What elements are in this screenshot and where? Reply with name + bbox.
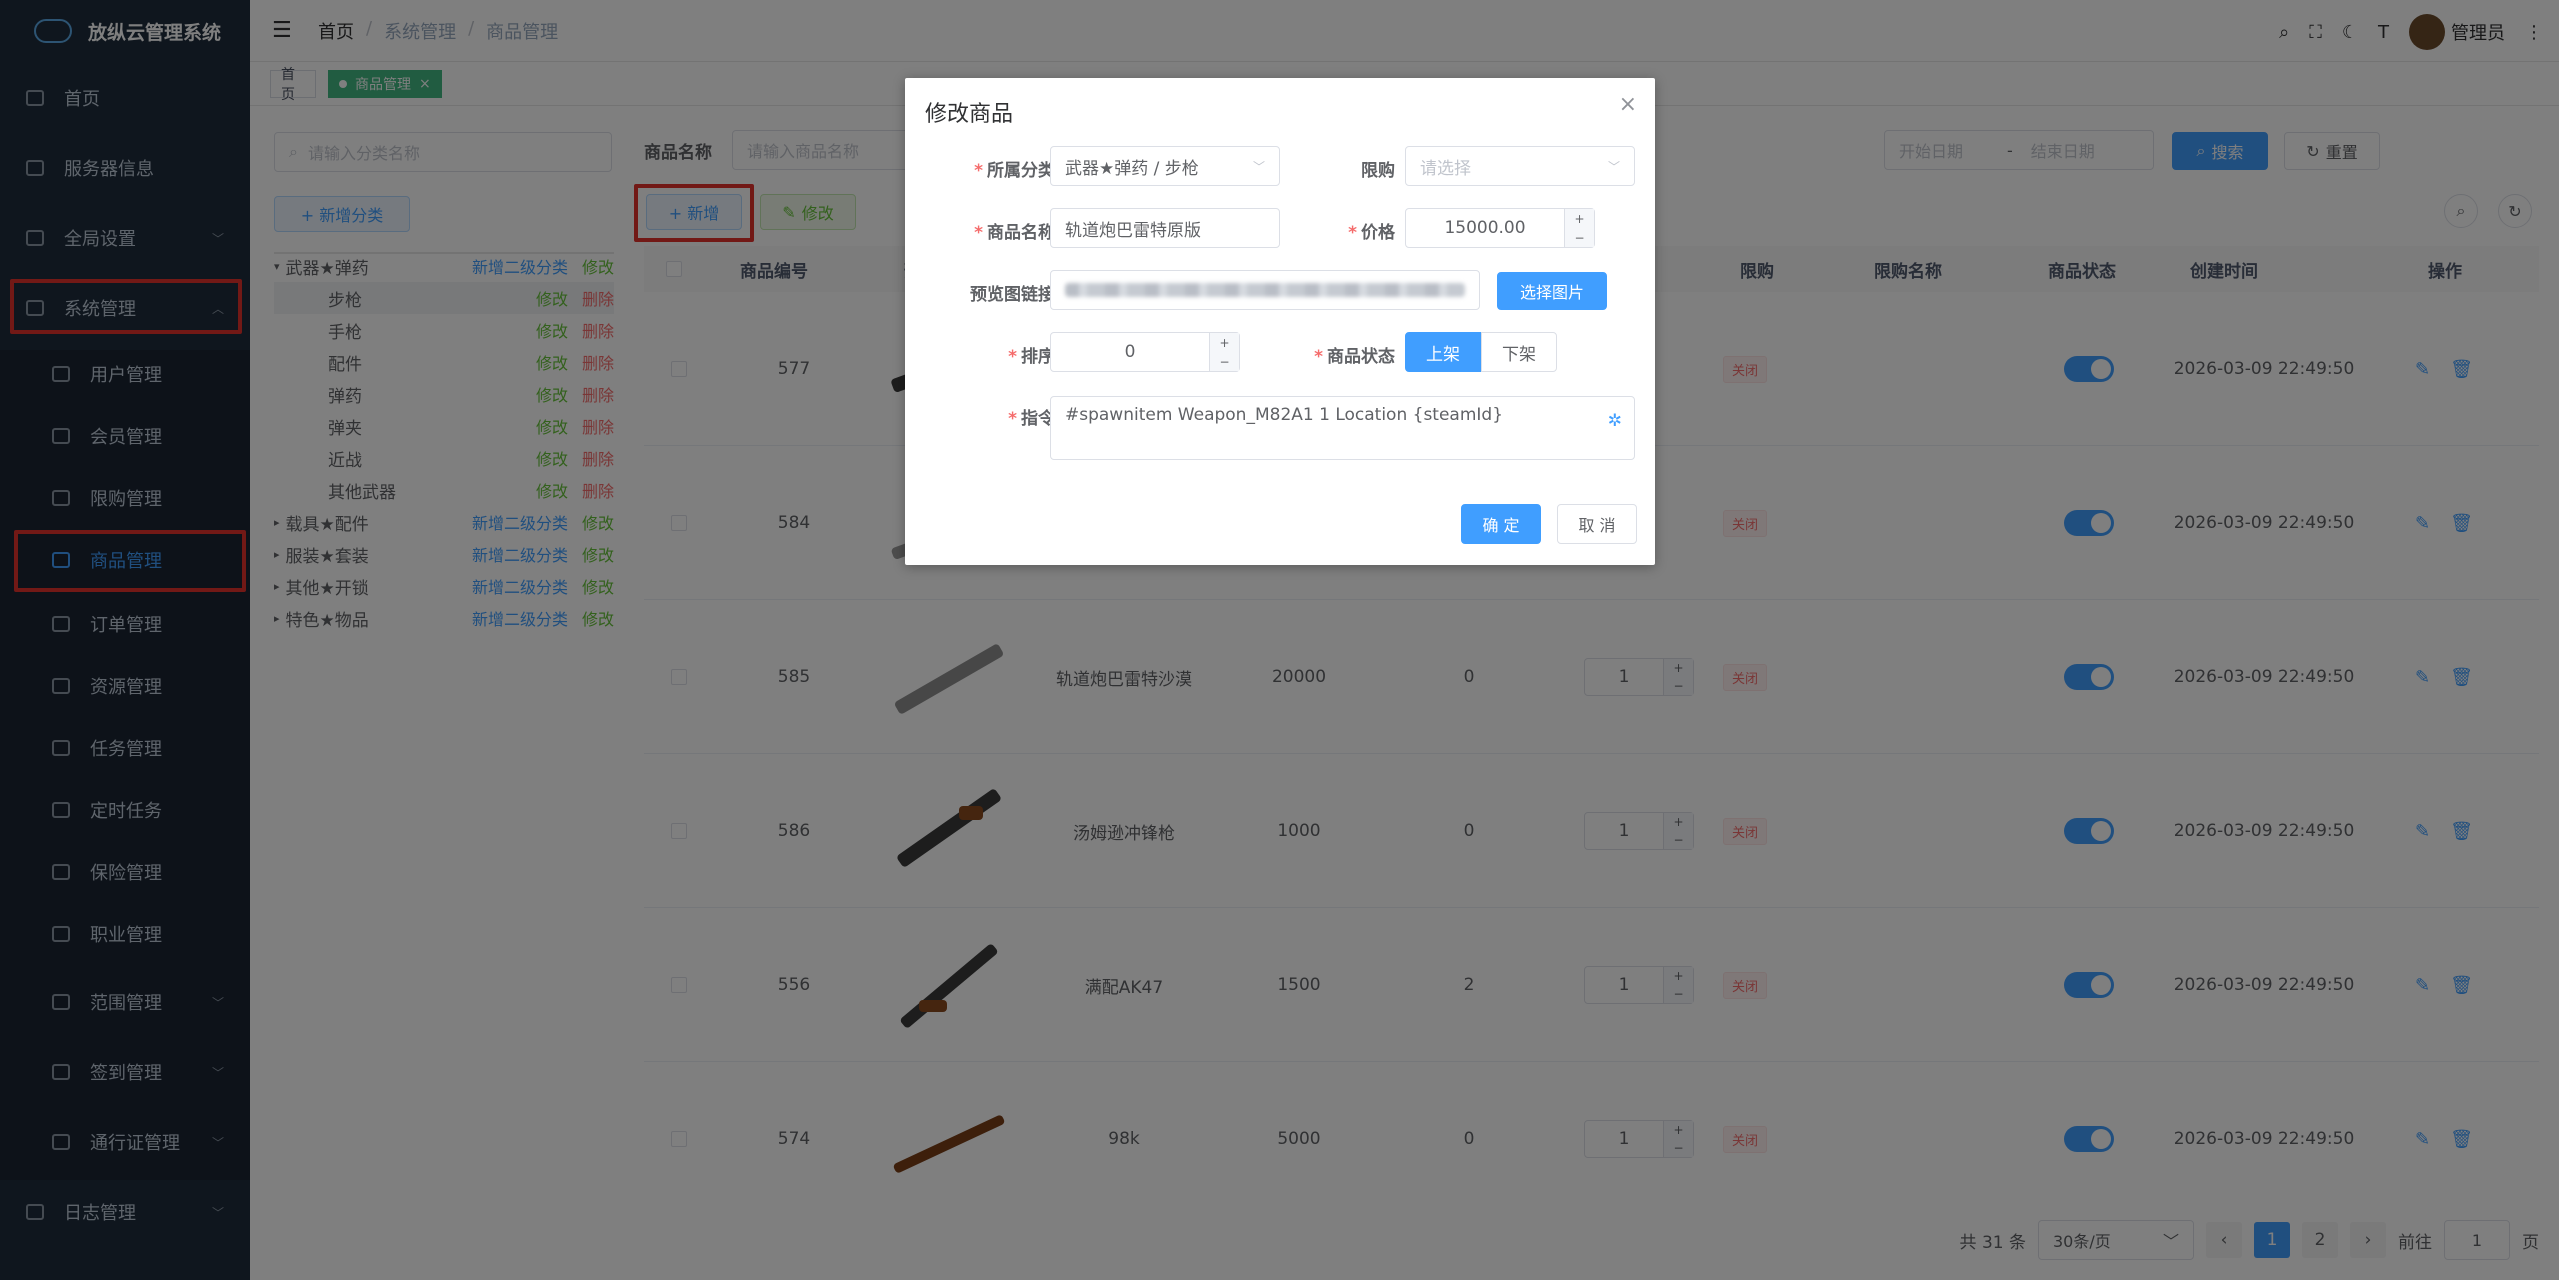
- choose-image-button[interactable]: 选择图片: [1497, 272, 1607, 310]
- label-text: 商品名称: [987, 223, 1055, 243]
- sort-value: 0: [1124, 342, 1136, 362]
- cancel-button[interactable]: 取 消: [1557, 504, 1637, 544]
- sort-label: * 排序: [1008, 347, 1055, 367]
- limit-select[interactable]: 请选择 ﹀: [1405, 146, 1635, 186]
- blurred-url: [1065, 283, 1465, 297]
- stepper-controls[interactable]: +−: [1209, 333, 1239, 371]
- name-label: * 商品名称: [974, 223, 1055, 243]
- label-text: 商品状态: [1327, 347, 1395, 367]
- close-icon[interactable]: ×: [1619, 92, 1637, 117]
- confirm-button[interactable]: 确 定: [1461, 504, 1541, 544]
- label-text: 所属分类: [987, 161, 1055, 181]
- category-select[interactable]: 武器★弹药 / 步枪 ﹀: [1050, 146, 1280, 186]
- chevron-down-icon: ﹀: [1252, 159, 1265, 174]
- limit-placeholder: 请选择: [1420, 158, 1471, 179]
- command-value: #spawnitem Weapon_M82A1 1 Location {stea…: [1065, 405, 1504, 425]
- status-on-radio[interactable]: 上架: [1405, 332, 1481, 372]
- price-stepper[interactable]: 15000.00 + −: [1405, 208, 1595, 248]
- price-label: * 价格: [1348, 223, 1395, 243]
- label-text: 价格: [1361, 223, 1395, 243]
- category-label: * 所属分类: [974, 161, 1055, 181]
- chevron-down-icon: ﹀: [1607, 159, 1620, 174]
- sparkle-icon[interactable]: ✲: [1608, 411, 1622, 431]
- status-off-radio[interactable]: 下架: [1481, 332, 1557, 372]
- price-value: 15000.00: [1444, 218, 1526, 238]
- command-textarea[interactable]: #spawnitem Weapon_M82A1 1 Location {stea…: [1050, 396, 1635, 460]
- product-name-field[interactable]: 轨道炮巴雷特原版: [1050, 208, 1280, 248]
- status-radio-group: 上架 下架: [1405, 332, 1557, 372]
- edit-product-dialog: 修改商品 × * 所属分类 武器★弹药 / 步枪 ﹀ 限购 请选择 ﹀ * 商品名称 轨…: [905, 78, 1655, 565]
- command-label: * 指令: [1008, 409, 1055, 429]
- image-url-field[interactable]: [1050, 270, 1480, 310]
- image-label: 预览图链接: [970, 285, 1055, 305]
- dialog-title: 修改商品: [925, 102, 1014, 127]
- sort-stepper[interactable]: 0 + −: [1050, 332, 1240, 372]
- status-label: * 商品状态: [1314, 347, 1395, 367]
- category-value: 武器★弹药 / 步枪: [1065, 158, 1199, 179]
- stepper-controls[interactable]: +−: [1564, 209, 1594, 247]
- limit-label: 限购: [1361, 161, 1395, 181]
